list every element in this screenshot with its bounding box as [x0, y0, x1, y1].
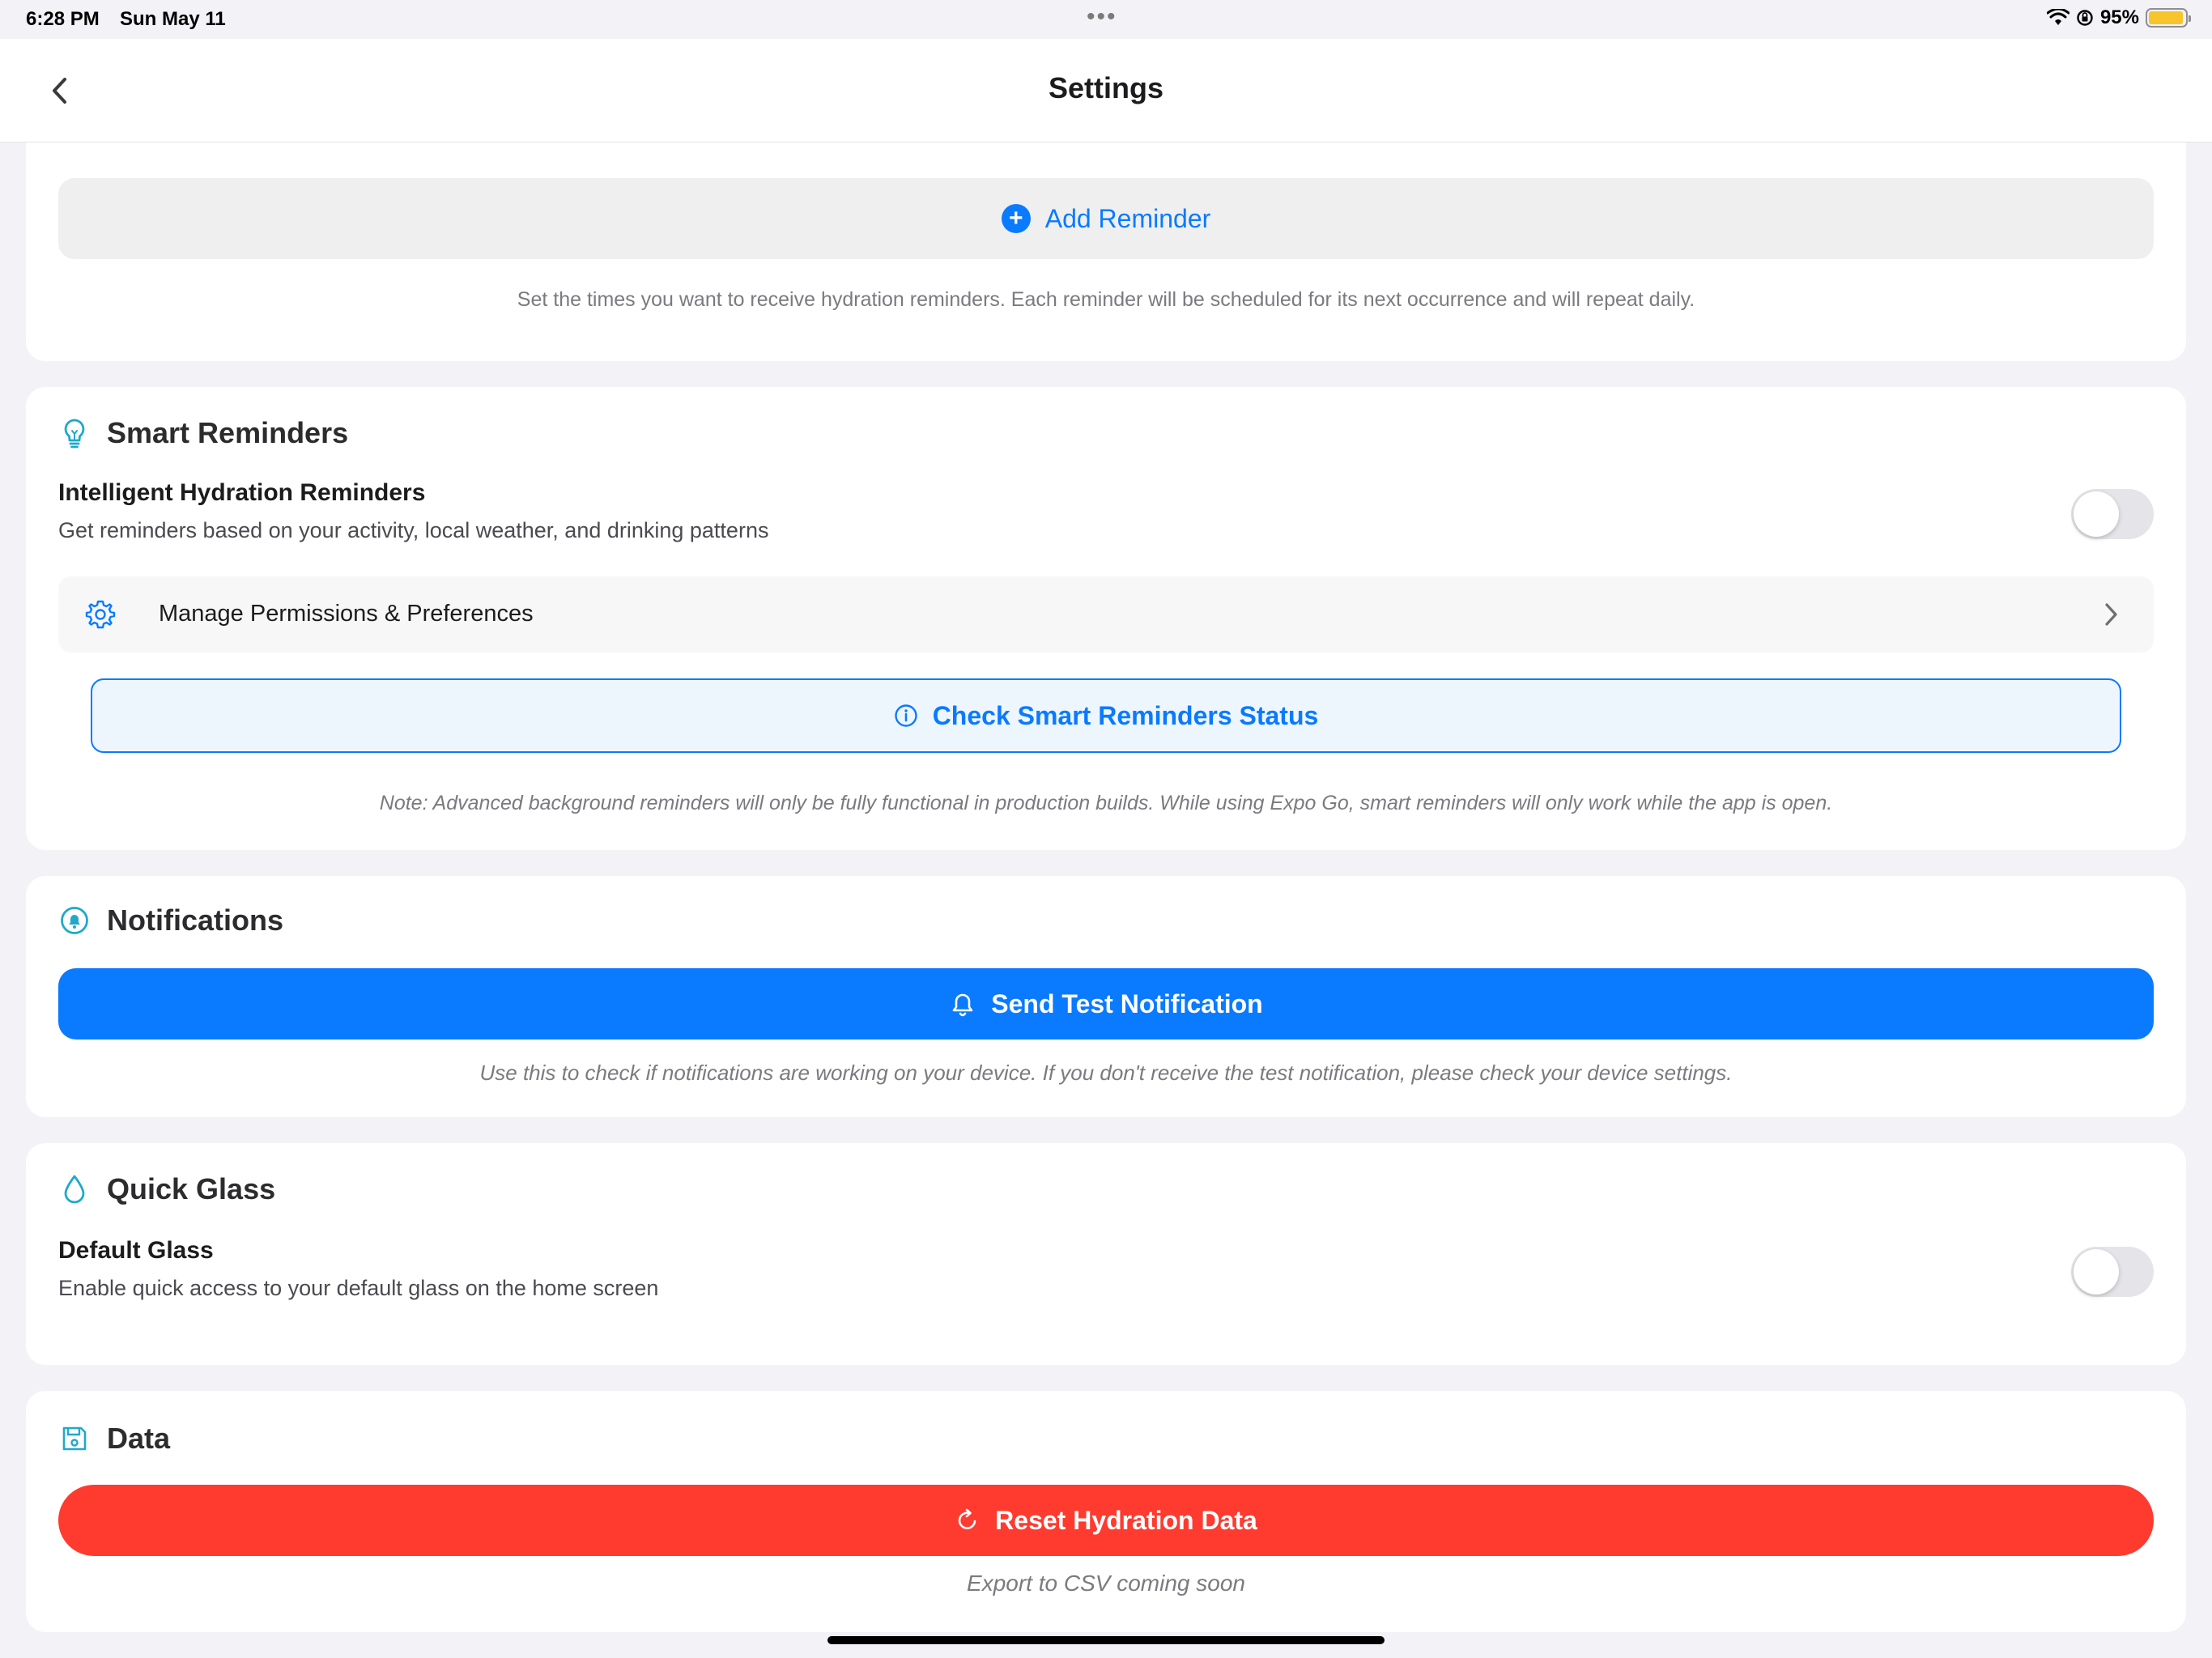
send-test-notification-button[interactable]: Send Test Notification	[58, 968, 2154, 1039]
default-glass-toggle[interactable]	[2071, 1247, 2154, 1297]
intelligent-reminders-toggle[interactable]	[2071, 489, 2154, 539]
status-date: Sun May 11	[120, 8, 226, 30]
check-status-label: Check Smart Reminders Status	[932, 700, 1319, 730]
smart-reminders-header: Smart Reminders	[58, 416, 348, 450]
add-reminder-label: Add Reminder	[1044, 203, 1211, 233]
notifications-card: Notifications Send Test Notification Use…	[26, 876, 2186, 1117]
reminders-helper-text: Set the times you want to receive hydrat…	[517, 288, 1695, 311]
page-title: Settings	[1048, 71, 1163, 104]
default-glass-title: Default Glass	[58, 1237, 214, 1264]
add-reminder-button[interactable]: + Add Reminder	[58, 178, 2154, 259]
notifications-helper-text: Use this to check if notifications are w…	[479, 1061, 1733, 1085]
refresh-icon	[958, 1508, 976, 1529]
status-indicators: 95%	[2046, 6, 2191, 29]
data-header: Data	[58, 1422, 170, 1456]
manage-permissions-label: Manage Permissions & Preferences	[159, 601, 534, 627]
section-title: Quick Glass	[107, 1172, 276, 1205]
reset-hydration-data-button[interactable]: Reset Hydration Data	[58, 1485, 2154, 1556]
manage-permissions-row[interactable]: Manage Permissions & Preferences	[58, 576, 2154, 653]
smart-reminders-card: Smart Reminders Intelligent Hydration Re…	[26, 387, 2186, 850]
orientation-lock-icon	[2077, 10, 2093, 26]
status-bar: 6:28 PM Sun May 11 ••• 95%	[0, 0, 2212, 39]
water-drop-icon	[58, 1173, 91, 1205]
default-glass-subtitle: Enable quick access to your default glas…	[58, 1276, 659, 1300]
reminders-card: + Add Reminder Set the times you want to…	[26, 142, 2186, 361]
section-title: Data	[107, 1422, 171, 1455]
intelligent-reminders-title: Intelligent Hydration Reminders	[58, 479, 426, 506]
battery-level-fill	[2149, 11, 2183, 24]
toggle-knob	[2074, 491, 2119, 537]
chevron-right-icon	[2105, 603, 2117, 626]
battery-percent: 95%	[2099, 6, 2139, 28]
bell-icon	[952, 993, 973, 1017]
section-title: Notifications	[107, 903, 284, 937]
status-time: 6:28 PM	[26, 8, 100, 30]
export-note: Export to CSV coming soon	[967, 1571, 1245, 1596]
quick-glass-header: Quick Glass	[58, 1172, 275, 1206]
data-card: Data Reset Hydration Data Export to CSV …	[26, 1391, 2186, 1632]
notifications-header: Notifications	[58, 903, 283, 937]
save-icon	[58, 1422, 91, 1455]
settings-screen: 6:28 PM Sun May 11 ••• 95% Settings + Ad…	[0, 0, 2212, 1658]
wifi-icon	[2046, 9, 2069, 25]
toggle-knob	[2074, 1249, 2119, 1295]
info-icon	[894, 704, 917, 727]
intelligent-reminders-subtitle: Get reminders based on your activity, lo…	[58, 518, 769, 542]
lightbulb-icon	[58, 417, 91, 449]
send-test-notification-label: Send Test Notification	[991, 988, 1263, 1018]
multitasking-dots-icon[interactable]: •••	[1087, 3, 1117, 31]
notification-badge-icon	[58, 904, 91, 937]
home-indicator[interactable]	[827, 1636, 1385, 1644]
quick-glass-card: Quick Glass Default Glass Enable quick a…	[26, 1143, 2186, 1365]
check-smart-reminders-status-button[interactable]: Check Smart Reminders Status	[91, 678, 2121, 753]
section-title: Smart Reminders	[107, 416, 349, 449]
battery-icon	[2146, 8, 2191, 28]
smart-reminders-note: Note: Advanced background reminders will…	[379, 792, 1833, 814]
plus-circle-icon: +	[1001, 204, 1031, 233]
reset-hydration-data-label: Reset Hydration Data	[995, 1505, 1257, 1535]
navigation-bar: Settings	[0, 39, 2212, 142]
gear-icon	[85, 600, 116, 629]
